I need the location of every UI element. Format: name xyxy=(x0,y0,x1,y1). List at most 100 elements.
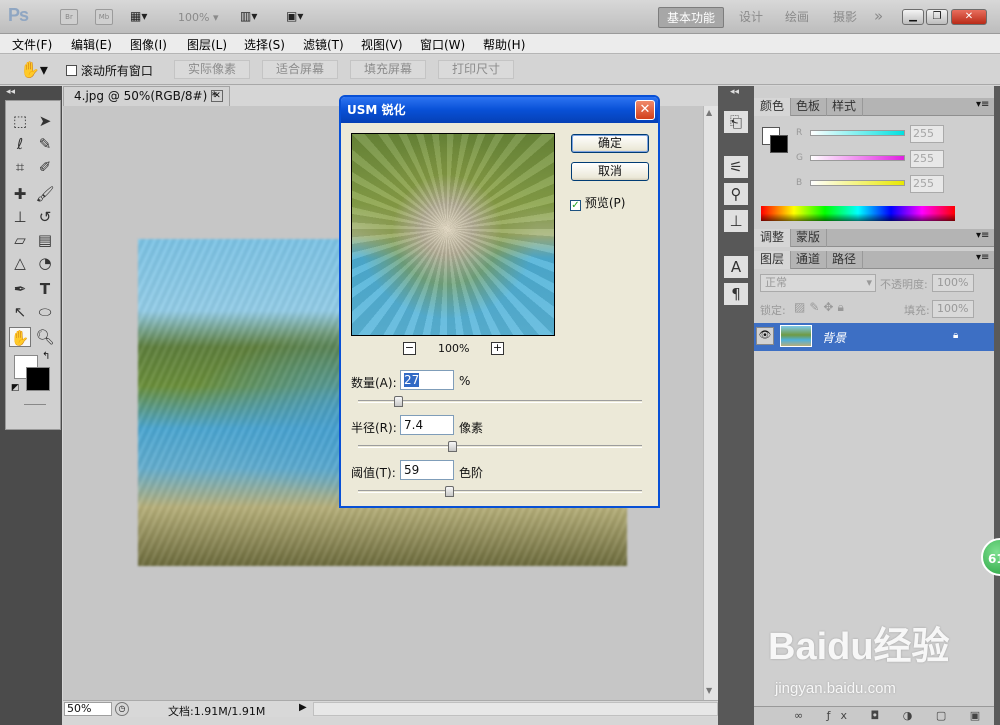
history-panel-icon[interactable]: ⎗ xyxy=(724,111,748,133)
workspace-painting-button[interactable]: 绘画 xyxy=(777,7,817,28)
hand-tool-preset-icon[interactable]: ✋▾ xyxy=(20,60,48,79)
document-tab[interactable]: 4.jpg @ 50%(RGB/8#) * ✕ xyxy=(63,86,230,106)
radius-slider-thumb[interactable] xyxy=(447,441,457,452)
tab-styles[interactable]: 样式 xyxy=(826,98,864,116)
scroll-down-icon[interactable]: ▼ xyxy=(706,686,712,695)
tab-layers[interactable]: 图层 xyxy=(754,251,792,269)
layer-visibility-eye-icon[interactable]: 👁︎ xyxy=(756,327,774,345)
brushes-panel-icon[interactable]: ⚲ xyxy=(724,183,748,205)
restore-icon[interactable]: ❐ xyxy=(926,9,948,25)
fill-screen-button[interactable]: 填充屏幕 xyxy=(350,60,426,79)
tab-color[interactable]: 颜色 xyxy=(754,98,792,116)
screen-mode-icon[interactable]: ▣▾ xyxy=(286,9,303,25)
blend-mode-select[interactable]: 正常 ▾ xyxy=(760,274,876,292)
eraser-tool-icon[interactable]: ▱ xyxy=(9,230,31,250)
dodge-tool-icon[interactable]: ◔ xyxy=(34,253,56,273)
collapse-tools-icon[interactable]: ◂◂ xyxy=(6,87,15,97)
radius-input[interactable]: 7.4 xyxy=(400,415,454,435)
zoom-in-button[interactable]: + xyxy=(491,342,504,355)
gradient-tool-icon[interactable]: ▤ xyxy=(34,230,56,250)
horizontal-scrollbar[interactable] xyxy=(313,702,718,716)
panel-menu-icon[interactable]: ▾≡ xyxy=(976,99,989,110)
swap-colors-icon[interactable]: ↰ xyxy=(42,351,50,362)
opacity-field[interactable]: 100% xyxy=(932,274,974,292)
default-colors-icon[interactable]: ◩ xyxy=(11,383,20,393)
background-color-swatch[interactable] xyxy=(26,367,50,391)
mini-bridge-icon[interactable]: Mb xyxy=(95,9,113,25)
ok-button[interactable]: 确定 xyxy=(571,134,649,153)
clone-stamp-tool-icon[interactable]: ⊥ xyxy=(9,207,31,227)
status-menu-arrow-icon[interactable]: ▶ xyxy=(299,702,307,713)
tab-paths[interactable]: 路径 xyxy=(826,251,864,269)
menu-window[interactable]: 窗口(W) xyxy=(420,36,465,53)
scroll-up-icon[interactable]: ▲ xyxy=(706,108,712,117)
dialog-close-icon[interactable]: ✕ xyxy=(635,100,655,120)
radius-slider-track[interactable] xyxy=(358,445,642,448)
collapse-strip-icon[interactable]: ◂◂ xyxy=(730,87,739,97)
tab-swatches[interactable]: 色板 xyxy=(790,98,828,116)
type-tool-icon[interactable]: T xyxy=(34,279,56,299)
tab-masks[interactable]: 蒙版 xyxy=(790,229,828,247)
adjust-panel-menu-icon[interactable]: ▾≡ xyxy=(976,230,989,241)
arrange-documents-icon[interactable]: ▥▾ xyxy=(240,9,257,25)
threshold-slider-track[interactable] xyxy=(358,490,642,493)
paragraph-panel-icon[interactable]: ¶ xyxy=(724,283,748,305)
more-workspaces-icon[interactable]: » xyxy=(866,7,891,28)
eyedropper-tool-icon[interactable]: ✐ xyxy=(34,157,56,177)
workspace-essentials-button[interactable]: 基本功能 xyxy=(658,7,725,28)
menu-layer[interactable]: 图层(L) xyxy=(187,36,227,53)
zoom-field[interactable]: 50% xyxy=(64,702,112,716)
actual-pixels-button[interactable]: 实际像素 xyxy=(174,60,250,79)
close-icon[interactable]: ✕ xyxy=(951,9,987,25)
close-document-icon[interactable]: ✕ xyxy=(211,90,223,102)
zoom-level-select[interactable]: 100% ▾ xyxy=(178,11,218,24)
threshold-slider-thumb[interactable] xyxy=(444,486,454,497)
layer-row-background[interactable]: 👁︎ 背景 🔒︎ xyxy=(754,323,994,351)
healing-brush-tool-icon[interactable]: ✚ xyxy=(9,184,31,204)
layers-footer-icons[interactable]: ∞ ƒx ◘ ◑ ▢ ▣ 🗑︎ xyxy=(754,706,994,725)
lock-options-icon[interactable]: ▨✎✥🔒︎ xyxy=(794,300,848,315)
blue-channel-value[interactable]: 255 xyxy=(910,175,944,193)
color-spectrum-bar[interactable] xyxy=(761,206,955,221)
fill-field[interactable]: 100% xyxy=(932,300,974,318)
lasso-tool-icon[interactable]: ℓ xyxy=(9,134,31,154)
fit-screen-button[interactable]: 适合屏幕 xyxy=(262,60,338,79)
vertical-scrollbar[interactable]: ▲ ▼ xyxy=(703,106,718,700)
preview-checkbox-row[interactable]: ✓ 预览(P) xyxy=(570,194,625,211)
preview-image[interactable] xyxy=(351,133,555,336)
shape-tool-icon[interactable]: ⬭ xyxy=(34,302,56,322)
checkbox-box[interactable] xyxy=(66,65,77,76)
history-brush-tool-icon[interactable]: ↺ xyxy=(34,207,56,227)
menu-filter[interactable]: 滤镜(T) xyxy=(303,36,344,53)
move-tool-icon[interactable]: ➤ xyxy=(34,111,56,131)
crop-tool-icon[interactable]: ⌗ xyxy=(9,157,31,177)
path-selection-tool-icon[interactable]: ↖ xyxy=(9,302,31,322)
character-panel-icon[interactable]: A xyxy=(724,256,748,278)
actions-panel-icon[interactable]: ⚟ xyxy=(724,156,748,178)
menu-image[interactable]: 图像(I) xyxy=(130,36,167,53)
green-channel-slider[interactable] xyxy=(810,155,905,161)
amount-input[interactable]: 27 xyxy=(400,370,454,390)
workspace-design-button[interactable]: 设计 xyxy=(731,7,771,28)
quick-selection-tool-icon[interactable]: ✎ xyxy=(34,134,56,154)
bridge-icon[interactable]: Br xyxy=(60,9,78,25)
preview-checkbox[interactable]: ✓ xyxy=(570,200,581,211)
print-size-button[interactable]: 打印尺寸 xyxy=(438,60,514,79)
menu-help[interactable]: 帮助(H) xyxy=(483,36,525,53)
clone-source-panel-icon[interactable]: ⊥ xyxy=(724,210,748,232)
layer-name[interactable]: 背景 xyxy=(822,329,846,346)
menu-select[interactable]: 选择(S) xyxy=(244,36,285,53)
blue-channel-slider[interactable] xyxy=(810,180,905,186)
menu-view[interactable]: 视图(V) xyxy=(361,36,403,53)
layers-panel-menu-icon[interactable]: ▾≡ xyxy=(976,252,989,263)
brush-tool-icon[interactable]: 🖌 xyxy=(34,184,56,204)
tab-channels[interactable]: 通道 xyxy=(790,251,828,269)
dialog-title-bar[interactable]: USM 锐化 xyxy=(341,97,658,123)
blur-tool-icon[interactable]: △ xyxy=(9,253,31,273)
green-channel-value[interactable]: 255 xyxy=(910,150,944,168)
amount-slider-thumb[interactable] xyxy=(393,396,403,407)
menu-file[interactable]: 文件(F) xyxy=(12,36,52,53)
scroll-all-windows-checkbox[interactable]: 滚动所有窗口 xyxy=(66,62,153,79)
red-channel-slider[interactable] xyxy=(810,130,905,136)
marquee-tool-icon[interactable]: ⬚ xyxy=(9,111,31,131)
